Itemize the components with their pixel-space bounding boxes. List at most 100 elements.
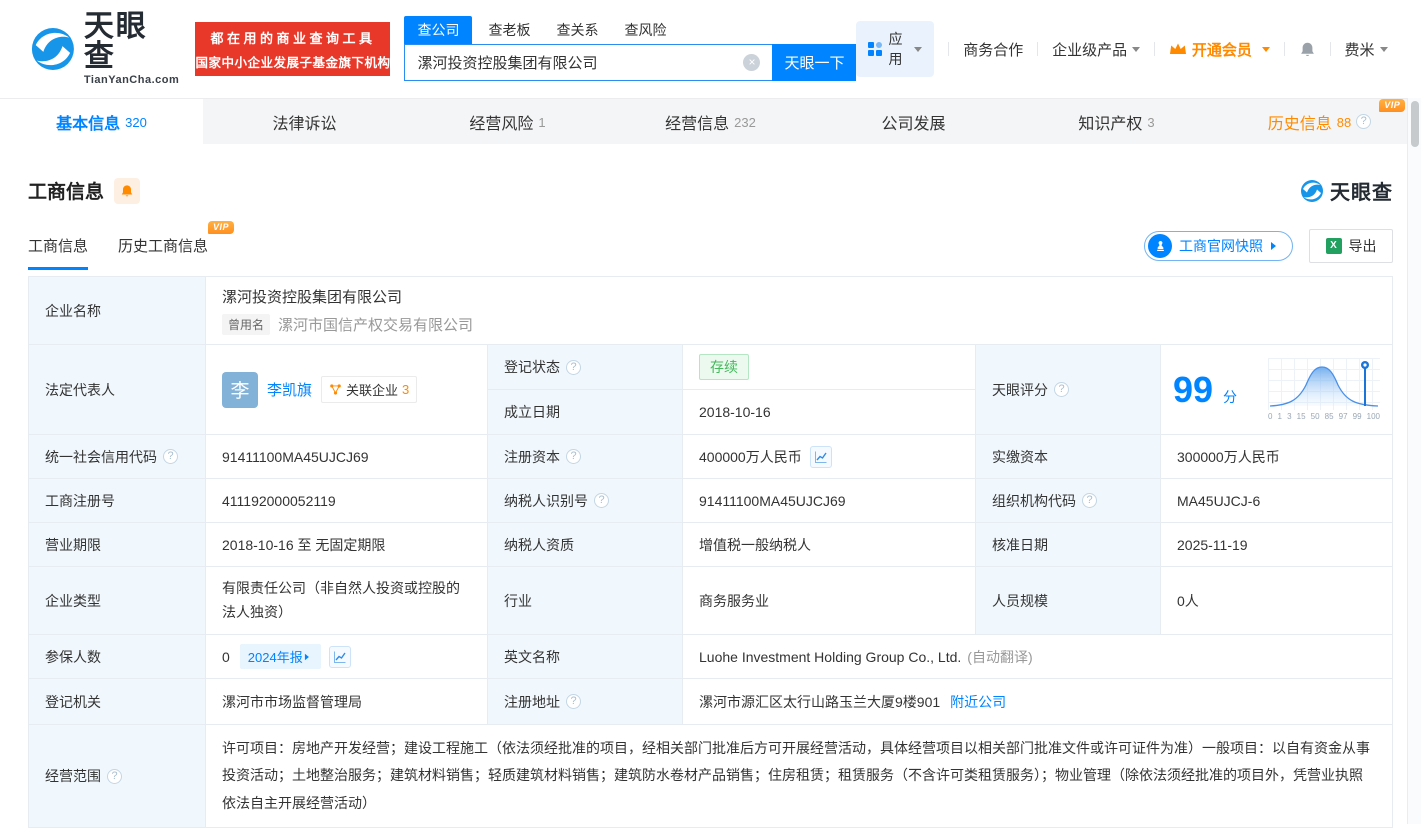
help-icon[interactable]: ?	[594, 493, 609, 508]
notification-bell-icon[interactable]	[1299, 41, 1316, 58]
reg-capital: 400000万人民币	[699, 448, 802, 465]
tab-label: 经营信息	[665, 115, 730, 133]
credit-code: 91411100MA45UJCJ69	[206, 435, 488, 478]
scrollbar-track[interactable]	[1407, 98, 1421, 824]
insured-trend-icon[interactable]	[328, 645, 351, 668]
annual-report-label: 2024年报	[247, 650, 303, 665]
paid-capital-label: 实缴资本	[976, 435, 1161, 478]
related-companies-badge[interactable]: 关联企业 3	[321, 376, 418, 403]
reg-capital-label: 注册资本	[504, 448, 560, 465]
table-row: 统一社会信用代码 ? 91411100MA45UJCJ69 注册资本 ? 400…	[29, 435, 1392, 479]
apps-label: 应用	[888, 31, 903, 67]
slogan-line1: 都在用的商业查询工具	[210, 30, 376, 46]
approval-date: 2025-11-19	[1161, 523, 1392, 566]
scrollbar-thumb[interactable]	[1411, 101, 1419, 147]
tab-label: 公司发展	[881, 115, 946, 133]
clear-icon[interactable]: ×	[743, 53, 761, 71]
help-icon[interactable]: ?	[107, 768, 122, 784]
help-icon[interactable]: ?	[566, 359, 581, 375]
help-icon[interactable]: ?	[566, 449, 581, 464]
search-tab-relation[interactable]: 查关系	[556, 16, 598, 44]
brand-name: 天眼查	[1330, 182, 1393, 204]
legal-rep-label: 法定代表人	[29, 345, 206, 434]
official-snapshot-button[interactable]: 工商官网快照	[1144, 231, 1293, 261]
tab-count: 320	[125, 115, 147, 130]
logo-title: 天眼查	[83, 10, 148, 73]
page-tab-history-info[interactable]: 历史信息 88 ? VIP	[1218, 98, 1421, 144]
page-tab-business-info[interactable]: 经营信息 232	[609, 99, 812, 144]
export-button[interactable]: X 导出	[1309, 229, 1393, 263]
page-tab-operational-risk[interactable]: 经营风险 1	[406, 99, 609, 144]
search-box: × 天眼一下	[404, 43, 857, 81]
capital-trend-icon[interactable]	[809, 445, 832, 468]
divider	[1329, 42, 1331, 56]
excel-icon: X	[1325, 238, 1342, 254]
table-row: 登记机关 漯河市市场监督管理局 注册地址 ? 漯河市源汇区太行山路玉兰大厦9楼9…	[29, 679, 1392, 725]
help-icon[interactable]: ?	[1082, 493, 1097, 508]
search-button[interactable]: 天眼一下	[772, 43, 857, 81]
search-area: 查公司 查老板 查关系 查风险 × 天眼一下	[404, 15, 857, 81]
tick-label: 97	[1338, 412, 1348, 421]
tianyancha-logo[interactable]: 天眼查 TianYanCha.com	[30, 12, 179, 86]
legal-rep-link[interactable]: 李凯旗	[267, 379, 312, 400]
annual-report-badge[interactable]: 2024年报	[239, 644, 321, 669]
subscribe-bell-button[interactable]	[114, 177, 141, 204]
subtab-business-info[interactable]: 工商信息	[28, 235, 89, 270]
brand-watermark: 天眼查	[1300, 176, 1393, 205]
business-term-label: 营业期限	[29, 523, 206, 566]
related-companies-text: 关联企业	[346, 383, 399, 398]
top-header: 天眼查 TianYanCha.com 都在用的商业查询工具 国家中小企业发展子基…	[0, 0, 1421, 98]
business-scope: 许可项目：房地产开发经营；建设工程施工（依法须经批准的项目，经相关部门批准后方可…	[222, 740, 1370, 811]
subtab-history-business-info[interactable]: 历史工商信息 VIP	[118, 220, 235, 258]
tick-label: 1	[1277, 412, 1282, 421]
english-name-label: 英文名称	[488, 635, 683, 678]
tab-label: 知识产权	[1078, 115, 1143, 133]
export-label: 导出	[1348, 238, 1377, 254]
related-companies-count: 3	[402, 382, 410, 397]
taxpayer-quality: 增值税一般纳税人	[683, 523, 976, 566]
status-badge: 存续	[699, 354, 749, 380]
help-icon[interactable]: ?	[1054, 382, 1069, 397]
search-tab-risk[interactable]: 查风险	[624, 16, 666, 44]
bell-icon	[121, 184, 133, 196]
page-tab-legal[interactable]: 法律诉讼	[203, 99, 406, 144]
tab-count: 3	[1147, 115, 1155, 130]
help-icon[interactable]: ?	[163, 449, 178, 464]
search-tabs: 查公司 查老板 查关系 查风险	[404, 15, 856, 44]
table-row: 参保人数 0 2024年报 英文名称 Luohe Investment Hold…	[29, 635, 1392, 679]
tianyancha-logo-icon	[1301, 179, 1323, 202]
search-tab-company[interactable]: 查公司	[404, 15, 473, 44]
user-menu[interactable]: 费米	[1345, 39, 1388, 60]
credit-code-label: 统一社会信用代码	[45, 448, 157, 465]
page-tab-intellectual-property[interactable]: 知识产权 3	[1015, 99, 1218, 144]
enterprise-products-menu[interactable]: 企业级产品	[1052, 39, 1141, 60]
score-axis-ticks: 0 1 3 15 50 85 97 99 100	[1268, 412, 1380, 421]
page-tab-company-development[interactable]: 公司发展	[812, 99, 1015, 144]
taxpayer-quality-label: 纳税人资质	[488, 523, 683, 566]
help-icon[interactable]: ?	[1356, 114, 1372, 129]
search-input[interactable]	[404, 43, 773, 81]
english-name: Luohe Investment Holding Group Co., Ltd.	[699, 648, 962, 665]
tab-label: 基本信息	[56, 115, 121, 133]
vip-membership-link[interactable]: 开通会员	[1169, 39, 1270, 60]
header-nav: 应用 商务合作 企业级产品 开通会员 费米	[856, 21, 1405, 77]
apps-menu[interactable]: 应用	[856, 21, 935, 77]
table-row: 法定代表人 李 李凯旗 关联企业 3 登记状态 ? 存续 成立日期 2018-1…	[29, 345, 1392, 435]
business-term: 2018-10-16 至 无固定期限	[206, 523, 488, 566]
table-row: 企业类型 有限责任公司（非自然人投资或控股的法人独资） 行业 商务服务业 人员规…	[29, 567, 1392, 635]
section-header: 工商信息 天眼查	[28, 176, 1393, 205]
page-tab-basic-info[interactable]: 基本信息 320	[0, 99, 203, 144]
tab-label: 经营风险	[469, 115, 534, 133]
avatar[interactable]: 李	[222, 371, 258, 408]
stamp-icon	[1148, 234, 1172, 258]
tick-label: 85	[1324, 412, 1334, 421]
help-icon[interactable]: ?	[566, 694, 581, 709]
reg-authority: 漯河市市场监督管理局	[206, 679, 488, 724]
business-cooperation-link[interactable]: 商务合作	[963, 39, 1023, 60]
slogan-line2: 国家中小企业发展子基金旗下机构	[195, 55, 391, 70]
chevron-down-icon	[914, 46, 923, 56]
search-tab-boss[interactable]: 查老板	[488, 16, 530, 44]
taxpayer-id-label: 纳税人识别号	[504, 492, 588, 509]
table-subrow: 登记状态 ? 存续	[488, 345, 975, 390]
nearby-companies-link[interactable]: 附近公司	[950, 692, 1006, 712]
